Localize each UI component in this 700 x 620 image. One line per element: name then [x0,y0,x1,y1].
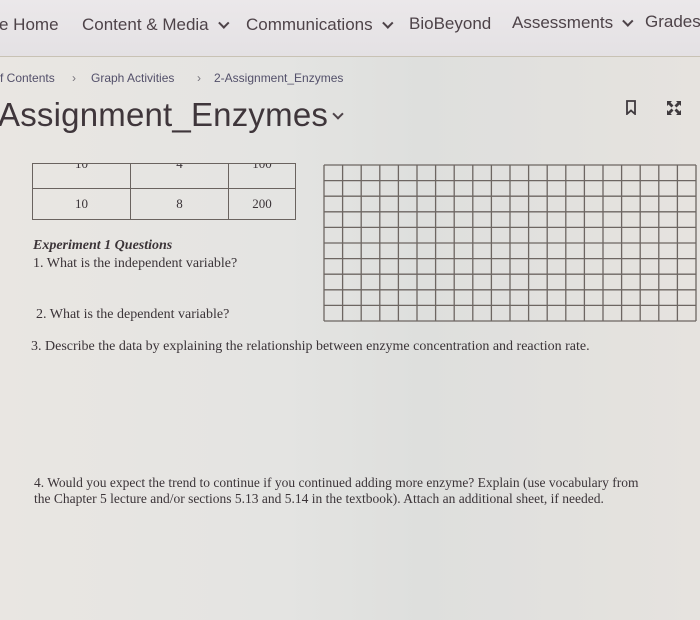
question-2: 2. What is the dependent variable? [36,307,229,323]
nav-content-media[interactable]: Content & Media [82,15,230,35]
breadcrumb-separator-icon: › [197,71,201,85]
question-text: Describe the data by explaining the rela… [45,339,590,354]
table-cell: 4 [130,163,229,189]
table-cell: 100 [228,163,296,189]
nav-label: e Home [0,15,59,34]
breadcrumb-table-of-contents[interactable]: f Contents [0,71,55,85]
table-cell: 8 [130,188,229,220]
nav-label: BioBeyond [409,14,492,33]
title-options-chevron-icon[interactable] [332,108,344,120]
table-cell: 10 [32,163,131,189]
cell-value: 4 [176,163,183,171]
chevron-down-icon [217,17,230,29]
document-viewer: 10 4 100 10 8 200 Experiment 1 Questions… [0,155,700,620]
fullscreen-icon[interactable] [666,100,682,116]
nav-grades[interactable]: Grades [645,12,700,32]
question-number: 4. [34,475,45,490]
nav-assessments[interactable]: Assessments [512,13,634,33]
question-1: 1. What is the independent variable? [33,256,237,272]
question-number: 3. [31,339,42,354]
table-cell: 200 [228,188,296,220]
nav-label: Assessments [512,13,614,32]
question-3: 3. Describe the data by explaining the r… [31,339,590,355]
table-cell: 10 [32,188,131,220]
section-heading: Experiment 1 Questions [33,238,173,253]
bookmark-icon[interactable] [626,100,636,115]
question-4: 4. Would you expect the trend to continu… [34,475,639,491]
chevron-down-icon [381,17,394,29]
question-text: What is the dependent variable? [49,307,230,322]
breadcrumb-separator-icon: › [72,71,76,85]
top-navbar: e Home Content & Media Communications Bi… [0,0,700,57]
nav-label: Communications [246,15,373,34]
breadcrumb-current: 2-Assignment_Enzymes [214,71,344,85]
question-number: 1. [33,256,44,271]
question-text: Would you expect the trend to continue i… [47,475,639,490]
cell-value: 100 [252,163,272,171]
page-title: Assignment_Enzymes [0,96,329,133]
nav-label: Grades [645,12,700,31]
question-4-continued: the Chapter 5 lecture and/or sections 5.… [34,491,604,506]
nav-biobeyond[interactable]: BioBeyond [409,14,491,34]
question-text: What is the independent variable? [46,256,238,271]
nav-course-home[interactable]: e Home [0,15,59,35]
graph-paper-grid [323,164,697,322]
table-row: 10 8 200 [32,188,296,220]
breadcrumb-graph-activities[interactable]: Graph Activities [91,71,174,85]
cell-value: 10 [75,163,88,171]
chevron-down-icon [622,15,634,27]
nav-label: Content & Media [82,15,209,34]
question-number: 2. [36,307,47,322]
table-row: 10 4 100 [32,163,296,189]
nav-communications[interactable]: Communications [246,15,394,35]
data-table: 10 4 100 10 8 200 [32,163,296,220]
